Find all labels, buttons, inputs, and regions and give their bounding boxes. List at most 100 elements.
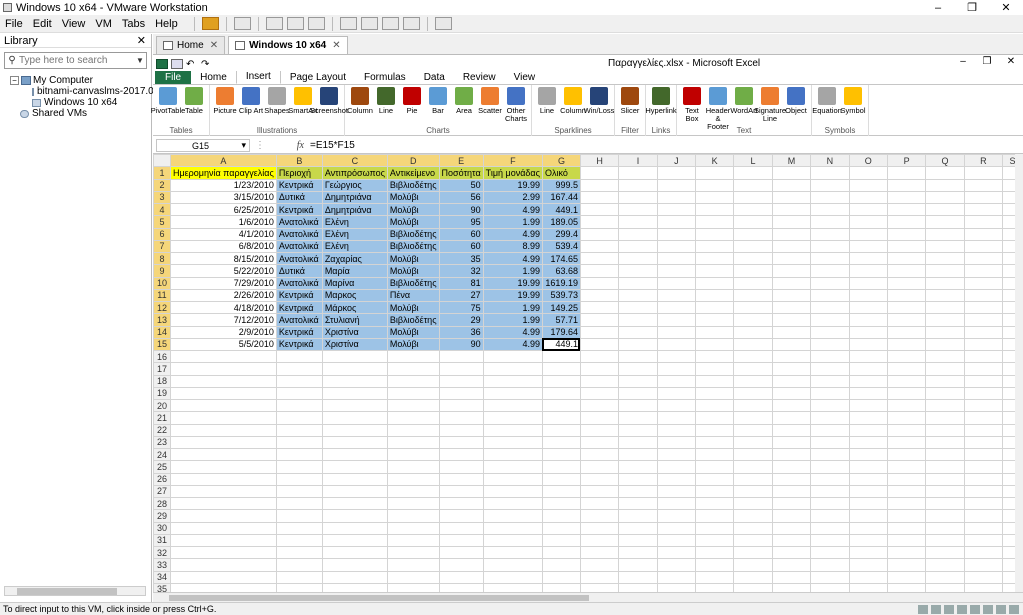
cell-A7[interactable]: 6/8/2010 [169, 239, 277, 254]
cell-O12[interactable] [848, 300, 888, 315]
cell-D22[interactable] [386, 423, 440, 437]
cell-E10[interactable]: 81 [438, 276, 484, 290]
cell-C23[interactable] [321, 435, 388, 450]
menu-vm[interactable]: VM [90, 18, 117, 30]
cell-A19[interactable] [169, 386, 277, 401]
cell-G10[interactable]: 1619.19 [541, 276, 581, 290]
cell-P4[interactable] [886, 202, 927, 217]
cell-E14[interactable]: 36 [438, 325, 484, 339]
cell-K25[interactable] [694, 460, 735, 474]
cell-B35[interactable] [275, 582, 323, 592]
cell-O17[interactable] [848, 362, 888, 376]
cell-N24[interactable] [810, 447, 850, 462]
row-header[interactable]: 27 [153, 484, 171, 499]
cell-C25[interactable] [321, 460, 388, 474]
cell-L17[interactable] [733, 362, 773, 376]
cell-M5[interactable] [771, 215, 812, 229]
cell-O1[interactable] [848, 166, 888, 180]
cell-H32[interactable] [579, 545, 620, 560]
cell-I4[interactable] [618, 202, 658, 217]
cell-P21[interactable] [886, 411, 927, 425]
cell-H19[interactable] [579, 386, 620, 401]
cell-R32[interactable] [963, 545, 1004, 560]
cell-G2[interactable]: 999.5 [541, 178, 581, 192]
cell-J10[interactable] [656, 276, 697, 290]
cell-F10[interactable]: 19.99 [482, 276, 543, 290]
cell-J32[interactable] [656, 545, 697, 560]
cell-L32[interactable] [733, 545, 773, 560]
select-all-corner[interactable] [153, 154, 171, 168]
cell-P2[interactable] [886, 178, 927, 192]
cell-C24[interactable] [321, 447, 388, 462]
library-search-input[interactable] [19, 55, 134, 66]
cell-N6[interactable] [810, 227, 850, 241]
cell-M34[interactable] [771, 570, 812, 584]
cell-N23[interactable] [810, 435, 850, 450]
row-header[interactable]: 28 [153, 496, 171, 511]
cell-E7[interactable]: 60 [438, 239, 484, 254]
cell-F18[interactable] [482, 374, 543, 388]
column-header-P[interactable]: P [886, 154, 927, 168]
cell-J2[interactable] [656, 178, 697, 192]
cell-J34[interactable] [656, 570, 697, 584]
cell-K24[interactable] [694, 447, 735, 462]
cell-D27[interactable] [386, 484, 440, 499]
cell-F32[interactable] [482, 545, 543, 560]
cell-B6[interactable]: Ανατολικά [275, 227, 323, 241]
cell-Q15[interactable] [925, 337, 965, 352]
cell-G14[interactable]: 179.64 [541, 325, 581, 339]
tree-node-vm[interactable]: bitnami-canvaslms-2017.04.22.1 [0, 86, 182, 97]
cell-C12[interactable]: Μάρκος [321, 300, 388, 315]
cell-G29[interactable] [541, 509, 581, 523]
menu-help[interactable]: Help [150, 18, 183, 30]
cell-K6[interactable] [694, 227, 735, 241]
send-ctrl-alt-del-icon[interactable] [233, 17, 251, 30]
cell-H17[interactable] [579, 362, 620, 376]
tab-windows-10[interactable]: Windows 10 x64 ✕ [228, 36, 348, 54]
cell-N16[interactable] [810, 349, 850, 364]
cell-H22[interactable] [579, 423, 620, 437]
cell-A35[interactable] [169, 582, 277, 592]
cell-I19[interactable] [618, 386, 658, 401]
column-header-F[interactable]: F [482, 154, 543, 168]
cell-L15[interactable] [733, 337, 773, 352]
cell-R25[interactable] [963, 460, 1004, 474]
cell-H35[interactable] [579, 582, 620, 592]
cell-P29[interactable] [886, 509, 927, 523]
cell-P7[interactable] [886, 239, 927, 254]
cell-R4[interactable] [963, 202, 1004, 217]
ribbon-tab-page-layout[interactable]: Page Layout [281, 70, 355, 84]
cell-Q3[interactable] [925, 190, 965, 205]
cell-R24[interactable] [963, 447, 1004, 462]
ribbon-tab-review[interactable]: Review [454, 70, 505, 84]
cell-E20[interactable] [438, 398, 484, 413]
cell-M9[interactable] [771, 264, 812, 278]
cell-C32[interactable] [321, 545, 388, 560]
cell-D15[interactable]: Μολύβι [386, 337, 440, 352]
cell-J17[interactable] [656, 362, 697, 376]
cell-F33[interactable] [482, 558, 543, 572]
cell-F17[interactable] [482, 362, 543, 376]
cell-P33[interactable] [886, 558, 927, 572]
cell-H14[interactable] [579, 325, 620, 339]
tree-node-my-computer[interactable]: − My Computer [0, 75, 151, 86]
cell-Q12[interactable] [925, 300, 965, 315]
cell-G22[interactable] [541, 423, 581, 437]
row-header[interactable]: 29 [153, 509, 171, 523]
cell-P11[interactable] [886, 288, 927, 303]
cell-F19[interactable] [482, 386, 543, 401]
cell-E3[interactable]: 56 [438, 190, 484, 205]
cell-B30[interactable] [275, 521, 323, 535]
cell-G28[interactable] [541, 496, 581, 511]
menu-file[interactable]: File [0, 18, 28, 30]
cell-K30[interactable] [694, 521, 735, 535]
cell-D2[interactable]: Βιβλιοδέτης [386, 178, 440, 192]
cell-C11[interactable]: Μαρκος [321, 288, 388, 303]
row-header[interactable]: 21 [153, 411, 171, 425]
row-header[interactable]: 23 [153, 435, 171, 450]
cell-B21[interactable] [275, 411, 323, 425]
minimize-button[interactable]: – [921, 0, 955, 15]
cell-L18[interactable] [733, 374, 773, 388]
cell-A17[interactable] [169, 362, 277, 376]
cell-D6[interactable]: Βιβλιοδέτης [386, 227, 440, 241]
